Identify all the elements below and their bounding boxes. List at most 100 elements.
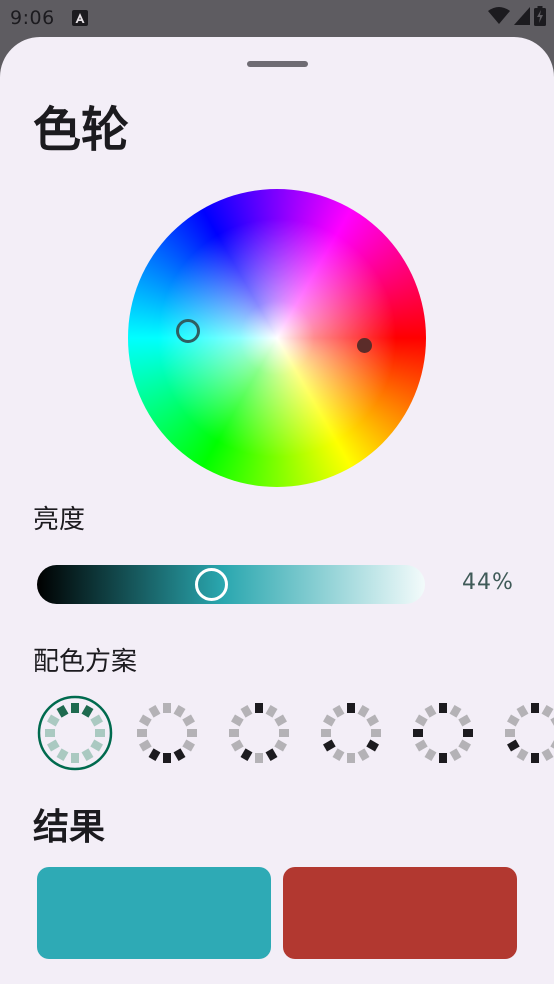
scheme-segment — [541, 748, 554, 761]
scheme-triadic-option[interactable] — [313, 695, 389, 771]
scheme-segment — [139, 714, 152, 727]
scheme-segment — [550, 714, 554, 727]
scheme-segment — [332, 748, 345, 761]
scheme-segment — [71, 753, 79, 763]
scheme-segment — [231, 739, 244, 752]
app-notification-icon — [72, 10, 88, 26]
scheme-segment — [182, 739, 195, 752]
scheme-segment — [323, 714, 336, 727]
brightness-slider[interactable] — [37, 565, 425, 604]
status-time: 9:06 — [10, 7, 55, 29]
page-title: 色轮 — [33, 102, 130, 158]
scheme-tetradic-option[interactable] — [405, 695, 481, 771]
scheme-analogous-icon — [37, 695, 113, 771]
scheme-segment — [95, 729, 105, 737]
scheme-segment — [148, 748, 161, 761]
scheme-segment — [274, 739, 287, 752]
scheme-segment — [45, 729, 55, 737]
drag-handle[interactable] — [247, 61, 308, 67]
brightness-value: 44% — [462, 570, 514, 595]
result-color-1[interactable] — [37, 867, 271, 959]
scheme-segment — [507, 714, 520, 727]
scheme-segment — [71, 703, 79, 713]
scheme-triadic-icon — [321, 703, 381, 763]
scheme-segment — [139, 739, 152, 752]
scheme-segment — [231, 714, 244, 727]
brightness-slider-thumb[interactable] — [195, 568, 228, 601]
scheme-segment — [366, 739, 379, 752]
scheme-segment — [439, 703, 447, 713]
scheme-segment — [279, 729, 289, 737]
scheme-segment — [531, 753, 539, 763]
scheme-segment — [229, 729, 239, 737]
primary-color-handle[interactable] — [176, 319, 200, 343]
scheme-complementary-option[interactable] — [129, 695, 205, 771]
scheme-segment — [366, 714, 379, 727]
scheme-split-complementary-option[interactable] — [221, 695, 297, 771]
status-bar: 9:06 — [0, 0, 554, 36]
scheme-segment — [371, 729, 381, 737]
schemes-label: 配色方案 — [33, 647, 138, 677]
battery-icon — [534, 6, 546, 30]
scheme-complementary-icon — [137, 703, 197, 763]
scheme-segment — [321, 729, 331, 737]
scheme-segment — [148, 705, 161, 718]
wifi-icon — [488, 7, 510, 29]
scheme-segment — [449, 705, 462, 718]
color-wheel-surface[interactable] — [128, 189, 426, 487]
scheme-analogous-option[interactable] — [37, 695, 113, 771]
scheme-segment — [507, 739, 520, 752]
scheme-segment — [424, 748, 437, 761]
scheme-segment — [516, 748, 529, 761]
scheme-segment — [265, 705, 278, 718]
scheme-segment — [47, 739, 60, 752]
scheme-segment — [187, 729, 197, 737]
scheme-segment — [415, 714, 428, 727]
color-wheel[interactable] — [128, 189, 426, 487]
scheme-segment — [415, 739, 428, 752]
scheme-segment — [463, 729, 473, 737]
scheme-segment — [81, 705, 94, 718]
scheme-segment — [541, 705, 554, 718]
scheme-segment — [550, 739, 554, 752]
result-color-2[interactable] — [283, 867, 517, 959]
scheme-segment — [458, 739, 471, 752]
scheme-square-icon — [505, 703, 554, 763]
scheme-segment — [90, 714, 103, 727]
scheme-list — [37, 695, 554, 773]
scheme-segment — [357, 748, 370, 761]
scheme-segment — [265, 748, 278, 761]
status-icons — [488, 6, 546, 30]
scheme-segment — [505, 729, 515, 737]
scheme-segment — [347, 753, 355, 763]
scheme-segment — [182, 714, 195, 727]
scheme-square-option[interactable] — [497, 695, 554, 771]
scheme-segment — [163, 703, 171, 713]
scheme-segment — [323, 739, 336, 752]
scheme-segment — [173, 705, 186, 718]
scheme-segment — [347, 703, 355, 713]
scheme-segment — [439, 753, 447, 763]
scheme-segment — [531, 703, 539, 713]
scheme-segment — [240, 705, 253, 718]
scheme-segment — [255, 753, 263, 763]
brightness-label: 亮度 — [33, 505, 86, 535]
bottom-sheet: 色轮 亮度 44% 配色方案 结果 — [0, 37, 554, 984]
secondary-color-marker — [357, 338, 372, 353]
scheme-tetradic-icon — [413, 703, 473, 763]
scheme-segment — [357, 705, 370, 718]
scheme-segment — [163, 753, 171, 763]
scheme-segment — [56, 748, 69, 761]
scheme-segment — [56, 705, 69, 718]
scheme-segment — [424, 705, 437, 718]
scheme-segment — [90, 739, 103, 752]
signal-icon — [514, 7, 530, 29]
scheme-segment — [255, 703, 263, 713]
scheme-segment — [458, 714, 471, 727]
scheme-segment — [332, 705, 345, 718]
scheme-segment — [274, 714, 287, 727]
result-label: 结果 — [33, 807, 106, 848]
scheme-segment — [516, 705, 529, 718]
scheme-segment — [449, 748, 462, 761]
scheme-segment — [413, 729, 423, 737]
